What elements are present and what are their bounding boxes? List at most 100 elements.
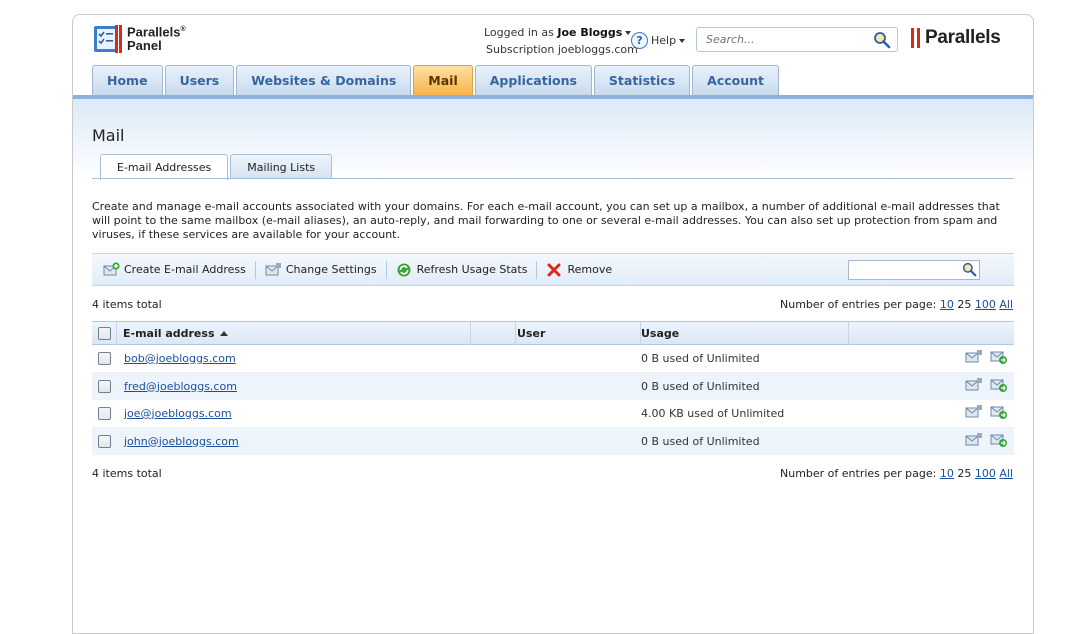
help-caret-icon[interactable] xyxy=(679,38,686,43)
add-mail-icon xyxy=(103,261,120,275)
per-page-25-current: 25 xyxy=(957,467,972,480)
page-title: Mail xyxy=(92,126,125,145)
global-search[interactable] xyxy=(696,27,898,52)
row-checkbox[interactable] xyxy=(98,434,111,448)
logged-in-line[interactable]: Logged in as Joe Bloggs xyxy=(484,24,638,41)
per-page-label: Number of entries per page: xyxy=(780,467,937,480)
help-menu[interactable]: ? Help xyxy=(631,32,686,49)
row-actions xyxy=(965,404,1008,420)
mail-settings-icon[interactable] xyxy=(965,404,983,420)
list-search-icon[interactable] xyxy=(962,262,977,277)
list-search-input[interactable] xyxy=(849,261,959,279)
items-total-top: 4 items total xyxy=(92,298,162,311)
subscription-line: Subscription joebloggs.com xyxy=(484,41,638,58)
create-email-address-label: Create E-mail Address xyxy=(124,263,246,276)
column-spacer xyxy=(471,322,516,345)
sub-tabs: E-mail Addresses Mailing Lists xyxy=(100,154,334,180)
refresh-icon xyxy=(397,263,411,276)
column-user-label[interactable]: User xyxy=(517,327,545,340)
email-link[interactable]: john@joebloggs.com xyxy=(124,435,239,448)
user-name[interactable]: Joe Bloggs xyxy=(557,26,622,39)
row-actions xyxy=(965,377,1008,393)
search-icon[interactable] xyxy=(873,31,891,49)
per-page-10-link[interactable]: 10 xyxy=(940,467,954,480)
nav-tab-mail[interactable]: Mail xyxy=(413,65,473,95)
mail-settings-icon[interactable] xyxy=(965,377,983,393)
per-page-all-link[interactable]: All xyxy=(999,298,1013,311)
nav-tab-users[interactable]: Users xyxy=(164,65,235,95)
mail-forward-icon[interactable] xyxy=(990,349,1008,365)
mail-forward-icon[interactable] xyxy=(990,432,1008,448)
column-usage-label[interactable]: Usage xyxy=(641,327,679,340)
row-checkbox[interactable] xyxy=(98,407,111,420)
nav-tab-statistics[interactable]: Statistics xyxy=(593,65,691,95)
email-link[interactable]: fred@joebloggs.com xyxy=(124,380,237,393)
nav-tab-applications[interactable]: Applications xyxy=(474,65,592,95)
per-page-100-link[interactable]: 100 xyxy=(975,298,996,311)
table-row: joe@joebloggs.com 4.00 KB used of Unlimi… xyxy=(92,400,1014,428)
table-row: john@joebloggs.com 0 B used of Unlimited xyxy=(92,427,1014,455)
usage-value: 4.00 KB used of Unlimited xyxy=(641,407,785,420)
remove-label: Remove xyxy=(567,263,613,276)
email-link[interactable]: joe@joebloggs.com xyxy=(124,407,232,420)
list-toolbar: Create E-mail Address Change Settings Re… xyxy=(92,253,1014,286)
per-page-10-link[interactable]: 10 xyxy=(940,298,954,311)
main-nav: Home Users Websites & Domains Mail Appli… xyxy=(92,65,781,95)
entries-per-page-bottom: Number of entries per page: 10 25 100 Al… xyxy=(780,467,1013,480)
logged-in-prefix: Logged in as xyxy=(484,26,554,39)
subscription-name[interactable]: joebloggs.com xyxy=(558,43,638,56)
subscription-prefix: Subscription xyxy=(486,43,555,56)
select-all-checkbox[interactable] xyxy=(98,327,111,340)
change-settings-label: Change Settings xyxy=(285,263,377,276)
per-page-all-link[interactable]: All xyxy=(999,467,1013,480)
remove-x-icon xyxy=(547,263,561,276)
logo-text: Parallels® Panel xyxy=(127,23,186,53)
row-actions xyxy=(965,432,1008,448)
column-user[interactable]: User xyxy=(516,322,641,345)
email-link[interactable]: bob@joebloggs.com xyxy=(124,352,236,365)
subtab-mailing-lists[interactable]: Mailing Lists xyxy=(230,154,333,179)
change-settings-button[interactable]: Change Settings xyxy=(265,260,387,279)
mail-settings-icon xyxy=(265,262,281,275)
help-label[interactable]: Help xyxy=(651,34,676,47)
table-row: fred@joebloggs.com 0 B used of Unlimited xyxy=(92,372,1014,400)
per-page-100-link[interactable]: 100 xyxy=(975,467,996,480)
table-header: E-mail address User Usage xyxy=(92,321,1014,345)
panel-window: Parallels® Panel Logged in as Joe Bloggs… xyxy=(72,14,1034,634)
logo-mark: ® xyxy=(180,26,186,33)
subtab-email-addresses[interactable]: E-mail Addresses xyxy=(100,154,229,180)
help-icon[interactable]: ? xyxy=(631,32,648,49)
row-checkbox[interactable] xyxy=(98,352,111,365)
mail-settings-icon[interactable] xyxy=(965,349,983,365)
parallels-brand-logo: Parallels xyxy=(911,27,1001,49)
column-email-label[interactable]: E-mail address xyxy=(123,327,215,340)
parallels-bars-icon xyxy=(911,28,921,48)
create-email-address-button[interactable]: Create E-mail Address xyxy=(103,260,256,279)
nav-tab-websites-domains[interactable]: Websites & Domains xyxy=(236,65,412,95)
subtabs-divider xyxy=(92,178,1014,179)
table-row: bob@joebloggs.com 0 B used of Unlimited xyxy=(92,345,1014,373)
nav-tab-home[interactable]: Home xyxy=(92,65,163,95)
per-page-label: Number of entries per page: xyxy=(780,298,937,311)
global-search-input[interactable] xyxy=(706,33,866,46)
column-actions xyxy=(849,322,1014,345)
refresh-usage-stats-button[interactable]: Refresh Usage Stats xyxy=(396,260,538,279)
nav-tab-account[interactable]: Account xyxy=(692,65,780,95)
page-description: Create and manage e-mail accounts associ… xyxy=(92,200,1000,241)
column-email[interactable]: E-mail address xyxy=(117,322,471,345)
mail-settings-icon[interactable] xyxy=(965,432,983,448)
sort-ascending-icon xyxy=(219,331,228,336)
parallels-panel-logo-icon xyxy=(94,25,122,53)
mail-forward-icon[interactable] xyxy=(990,404,1008,420)
email-table: E-mail address User Usage bob@joebloggs.… xyxy=(92,321,1014,455)
row-actions xyxy=(965,349,1008,365)
brand-text: Parallels xyxy=(925,27,1001,48)
mail-forward-icon[interactable] xyxy=(990,377,1008,393)
column-usage[interactable]: Usage xyxy=(641,322,849,345)
refresh-usage-stats-label: Refresh Usage Stats xyxy=(416,263,528,276)
row-checkbox[interactable] xyxy=(98,379,111,393)
usage-value: 0 B used of Unlimited xyxy=(641,379,760,393)
list-search[interactable] xyxy=(848,260,980,280)
usage-value: 0 B used of Unlimited xyxy=(641,352,760,365)
remove-button[interactable]: Remove xyxy=(546,261,621,279)
